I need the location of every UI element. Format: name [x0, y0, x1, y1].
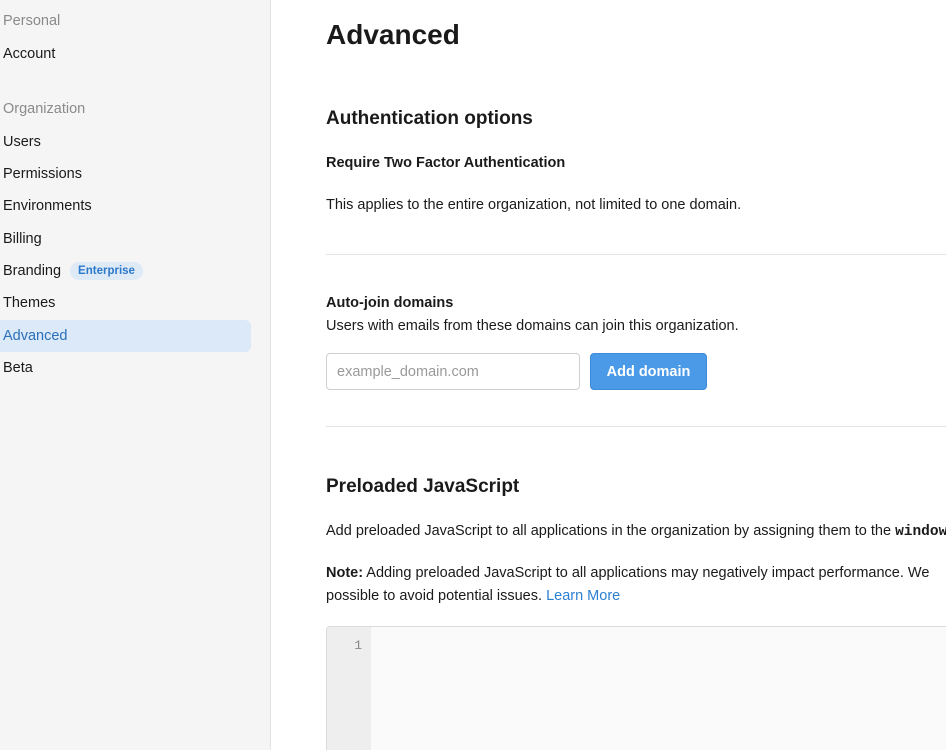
sidebar-item-branding[interactable]: Branding Enterprise [0, 255, 251, 287]
code-editor: 1 [326, 626, 946, 750]
two-factor-description: This applies to the entire organization,… [326, 197, 742, 213]
sidebar-item-label: Themes [3, 295, 56, 311]
sidebar-item-advanced[interactable]: Advanced [0, 320, 251, 352]
sidebar-item-label: Branding [3, 263, 62, 279]
preload-note-line2: possible to avoid potential issues. Lear… [326, 588, 620, 604]
add-domain-button[interactable]: Add domain [590, 353, 707, 390]
sidebar-item-label: Advanced [3, 328, 68, 344]
page-title: Advanced [326, 19, 460, 50]
sidebar-item-label: Environments [3, 198, 92, 214]
sidebar-item-beta[interactable]: Beta [0, 352, 251, 384]
app-root: Personal Account Organization Users Perm… [0, 0, 946, 750]
domain-input[interactable] [326, 353, 580, 390]
preload-description: Add preloaded JavaScript to all applicat… [326, 523, 946, 540]
section-divider [326, 254, 946, 255]
sidebar-item-label: Permissions [3, 166, 82, 182]
enterprise-badge: Enterprise [70, 262, 143, 280]
sidebar-item-label: Account [3, 46, 56, 62]
sidebar-item-label: Billing [3, 231, 42, 247]
sidebar-item-permissions[interactable]: Permissions [0, 158, 251, 190]
two-factor-label: Require Two Factor Authentication [326, 155, 566, 171]
window-code: window [895, 524, 946, 540]
code-editor-input[interactable] [371, 627, 946, 750]
note-label: Note: [326, 565, 364, 581]
learn-more-link[interactable]: Learn More [546, 588, 620, 604]
sidebar-item-label: Beta [3, 360, 33, 376]
autojoin-heading: Auto-join domains [326, 295, 454, 311]
main-content: Advanced Authentication options Require … [271, 0, 946, 750]
auth-section-heading: Authentication options [326, 108, 533, 129]
line-number: 1 [354, 638, 362, 653]
autojoin-description: Users with emails from these domains can… [326, 318, 739, 334]
preload-note: Note: Adding preloaded JavaScript to all… [326, 565, 929, 581]
sidebar-item-label: Users [3, 134, 41, 150]
sidebar-item-environments[interactable]: Environments [0, 190, 251, 222]
section-divider [326, 426, 946, 427]
sidebar-section-personal: Personal [3, 13, 61, 29]
sidebar-item-billing[interactable]: Billing [0, 223, 251, 255]
sidebar-item-account[interactable]: Account [0, 38, 251, 70]
editor-gutter: 1 [327, 627, 371, 750]
preload-section-heading: Preloaded JavaScript [326, 476, 520, 497]
note-text: Adding preloaded JavaScript to all appli… [363, 565, 930, 581]
preload-description-text: Add preloaded JavaScript to all applicat… [326, 523, 896, 539]
note-text-continued: possible to avoid potential issues. [326, 588, 547, 604]
sidebar-item-themes[interactable]: Themes [0, 287, 251, 319]
settings-sidebar: Personal Account Organization Users Perm… [0, 0, 271, 750]
sidebar-section-organization: Organization [3, 101, 86, 117]
sidebar-item-users[interactable]: Users [0, 126, 251, 158]
